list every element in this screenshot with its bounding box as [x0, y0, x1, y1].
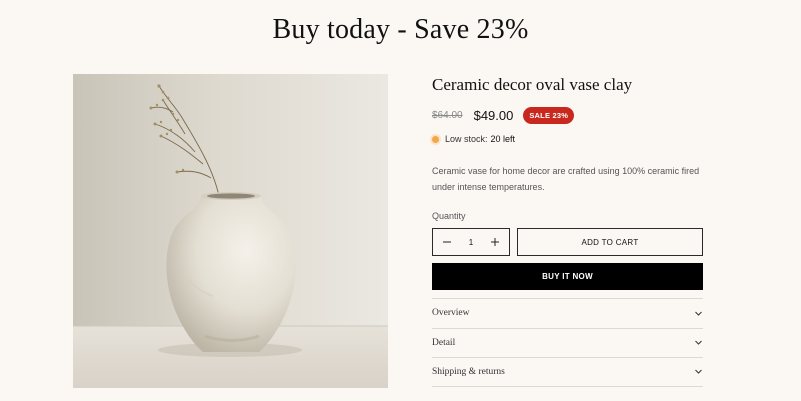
- buy-now-button[interactable]: BUY IT NOW: [432, 263, 703, 290]
- chevron-down-icon: [694, 338, 703, 347]
- accordion-shipping[interactable]: Shipping & returns: [432, 357, 703, 387]
- accordion-label: Shipping & returns: [432, 366, 505, 377]
- original-price: $64.00: [432, 109, 463, 121]
- purchase-row: 1 ADD TO CART: [432, 228, 703, 256]
- quantity-stepper[interactable]: 1: [432, 228, 510, 256]
- product-accordion: Overview Detail Shipping & returns: [432, 298, 703, 387]
- quantity-label: Quantity: [432, 211, 466, 221]
- product-description: Ceramic vase for home decor are crafted …: [432, 166, 700, 192]
- accordion-overview[interactable]: Overview: [432, 298, 703, 328]
- quantity-value[interactable]: 1: [469, 238, 473, 247]
- accordion-label: Detail: [432, 337, 456, 348]
- page-headline: Buy today - Save 23%: [272, 14, 529, 45]
- stock-count: 20 left: [490, 134, 516, 144]
- sale-price: $49.00: [473, 107, 514, 123]
- price-row: $64.00 $49.00 SALE 23%: [432, 106, 703, 124]
- minus-icon[interactable]: [441, 236, 453, 249]
- add-to-cart-button[interactable]: ADD TO CART: [517, 228, 703, 256]
- accordion-detail[interactable]: Detail: [432, 327, 703, 358]
- accordion-label: Overview: [432, 308, 470, 319]
- plus-icon[interactable]: [489, 236, 501, 249]
- product-image[interactable]: [73, 74, 388, 388]
- stock-label: Low stock:: [445, 134, 488, 144]
- chevron-down-icon: [694, 367, 703, 376]
- chevron-down-icon: [694, 309, 703, 318]
- product-title: Ceramic decor oval vase clay: [432, 75, 633, 94]
- sale-badge: SALE 23%: [523, 106, 575, 124]
- stock-status: Low stock: 20 left: [432, 134, 703, 144]
- status-dot-icon: [432, 135, 439, 143]
